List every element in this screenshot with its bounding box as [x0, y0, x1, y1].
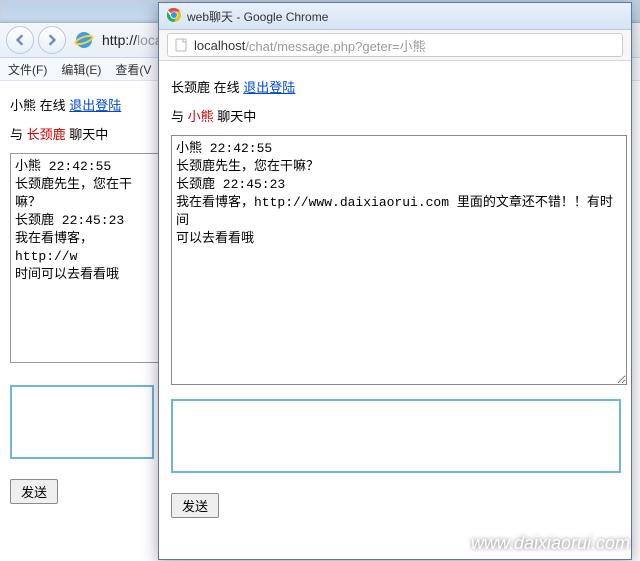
back-button[interactable] [6, 26, 34, 54]
watermark: www.daixiaorui.com [471, 533, 630, 554]
ie-message-log: 小熊 22:42:55 长颈鹿先生，您在干嘛？ 长颈鹿 22:45:23 我在看… [10, 153, 160, 363]
chrome-logo-icon [167, 8, 181, 25]
chrome-message-input[interactable] [171, 399, 621, 473]
page-icon [174, 38, 188, 52]
ie-logout-link[interactable]: 退出登陆 [69, 98, 121, 113]
url-scheme: http:// [102, 32, 137, 48]
chat-with-pre: 与 [10, 127, 27, 142]
chrome-page-body: 长颈鹿 在线 退出登陆 与 小熊 聊天中 小熊 22:42:55 长颈鹿先生，您… [159, 61, 631, 528]
chat-with-peer: 小熊 [188, 109, 214, 124]
chrome-message-log: 小熊 22:42:55 长颈鹿先生，您在干嘛？ 长颈鹿 22:45:23 我在看… [171, 135, 627, 385]
ie-logo-icon [74, 30, 94, 50]
menu-file[interactable]: 文件(F) [8, 61, 47, 78]
url-host: localhost [194, 38, 245, 53]
chrome-username: 长颈鹿 [171, 80, 210, 95]
ie-username: 小熊 [10, 98, 36, 113]
chat-with-post: 聊天中 [66, 127, 109, 142]
chrome-online: 在线 [214, 80, 240, 95]
chrome-address-bar: localhost/chat/message.php?geter=小熊 [159, 30, 631, 61]
forward-button[interactable] [38, 26, 66, 54]
chrome-logout-link[interactable]: 退出登陆 [243, 80, 295, 95]
chat-with-post: 聊天中 [214, 109, 257, 124]
url-path: /chat/message.php?geter=小熊 [245, 36, 425, 55]
chrome-status-line: 长颈鹿 在线 退出登陆 [171, 77, 619, 96]
ie-message-input[interactable] [10, 385, 154, 459]
ie-send-button[interactable]: 发送 [10, 479, 58, 504]
menu-edit[interactable]: 编辑(E) [61, 61, 101, 78]
chat-with-peer: 长颈鹿 [27, 127, 66, 142]
chrome-title-text: web聊天 - Google Chrome [187, 8, 328, 25]
chrome-titlebar: web聊天 - Google Chrome [159, 3, 631, 30]
chrome-chat-with: 与 小熊 聊天中 [171, 106, 619, 125]
chrome-send-button[interactable]: 发送 [171, 493, 219, 518]
chrome-url-input[interactable]: localhost/chat/message.php?geter=小熊 [167, 33, 623, 57]
ie-online: 在线 [40, 98, 66, 113]
ie-address-text[interactable]: http://local [102, 32, 166, 48]
menu-view[interactable]: 查看(V [115, 61, 151, 78]
chat-with-pre: 与 [171, 109, 188, 124]
chrome-window: web聊天 - Google Chrome localhost/chat/mes… [158, 2, 632, 560]
